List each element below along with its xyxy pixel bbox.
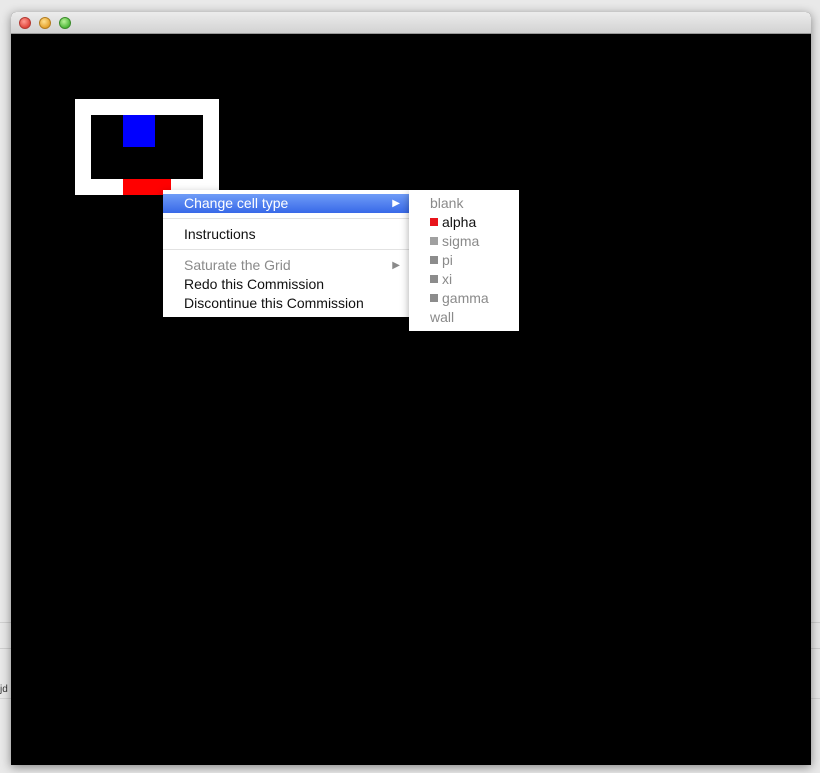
menu-item-label: Change cell type xyxy=(184,195,289,211)
submenu-item-label: alpha xyxy=(442,214,477,230)
submenu-item-label: gamma xyxy=(442,290,489,306)
menu-item-label: Instructions xyxy=(184,226,256,242)
submenu-item-xi[interactable]: xi xyxy=(409,270,519,289)
menu-item-label: Discontinue this Commission xyxy=(184,295,364,311)
minimize-window-button[interactable] xyxy=(39,17,51,29)
submenu-item-label: xi xyxy=(442,271,453,287)
submenu-item-label: blank xyxy=(430,195,464,211)
menu-item-change-cell-type[interactable]: Change cell type ▶ xyxy=(163,194,409,213)
zoom-window-button[interactable] xyxy=(59,17,71,29)
submenu-item-label: pi xyxy=(442,252,453,268)
menu-item-label: Saturate the Grid xyxy=(184,257,291,273)
title-bar xyxy=(11,12,811,34)
menu-item-discontinue-commission[interactable]: Discontinue this Commission xyxy=(163,294,409,313)
close-window-button[interactable] xyxy=(19,17,31,29)
submenu-item-blank[interactable]: blank xyxy=(409,194,519,213)
submenu-item-label: wall xyxy=(430,309,455,325)
menu-item-redo-commission[interactable]: Redo this Commission xyxy=(163,275,409,294)
menu-item-saturate-grid[interactable]: Saturate the Grid ▶ xyxy=(163,256,409,275)
submenu-item-label: sigma xyxy=(442,233,480,249)
sigma-swatch-icon xyxy=(430,237,438,245)
pi-swatch-icon xyxy=(430,256,438,264)
app-window xyxy=(11,12,811,765)
alpha-swatch-icon xyxy=(430,218,438,226)
menu-separator xyxy=(163,249,409,250)
submenu-item-wall[interactable]: wall xyxy=(409,308,519,327)
cell-type-submenu: blank alpha sigma pi xi gamma wall xyxy=(409,190,519,331)
context-menu: Change cell type ▶ Instructions Saturate… xyxy=(163,190,409,317)
submenu-item-pi[interactable]: pi xyxy=(409,251,519,270)
menu-item-instructions[interactable]: Instructions xyxy=(163,225,409,244)
grid-border-walls[interactable] xyxy=(75,99,219,195)
blue-cell[interactable] xyxy=(123,115,155,147)
menu-item-label: Redo this Commission xyxy=(184,276,325,292)
menu-separator xyxy=(163,218,409,219)
submenu-item-alpha[interactable]: alpha xyxy=(409,213,519,232)
xi-swatch-icon xyxy=(430,275,438,283)
submenu-item-gamma[interactable]: gamma xyxy=(409,289,519,308)
background-window-text: jd xyxy=(0,684,8,695)
grid-canvas[interactable] xyxy=(11,34,811,765)
submenu-arrow-icon: ▶ xyxy=(392,260,400,271)
gamma-swatch-icon xyxy=(430,294,438,302)
submenu-arrow-icon: ▶ xyxy=(392,198,400,209)
submenu-item-sigma[interactable]: sigma xyxy=(409,232,519,251)
